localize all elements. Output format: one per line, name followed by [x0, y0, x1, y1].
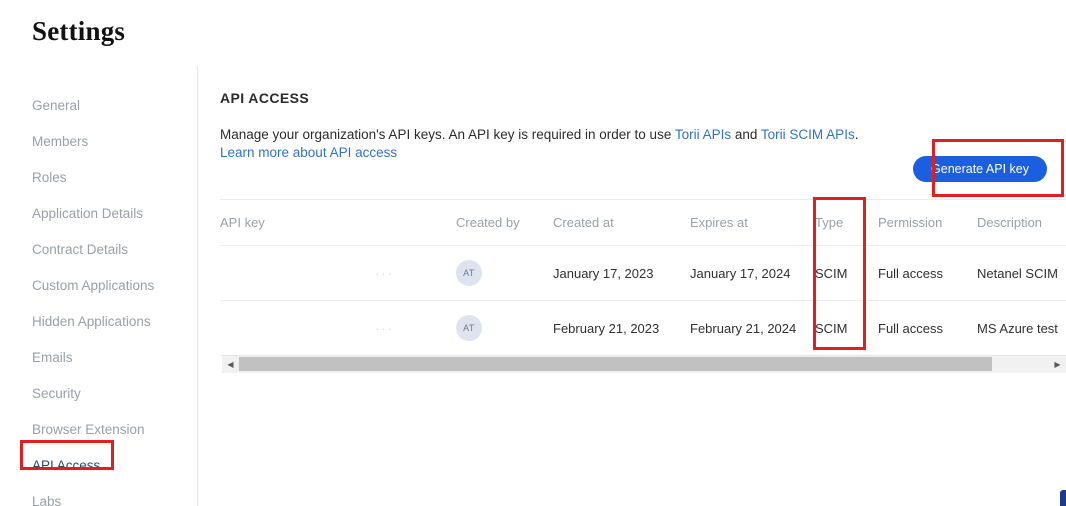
sidebar-item-label: Contract Details	[32, 242, 128, 257]
sidebar-item-emails[interactable]: Emails	[0, 340, 197, 376]
page-title: Settings	[32, 16, 125, 47]
description-text-part1: Manage your organization's API keys. An …	[220, 127, 675, 142]
sidebar-item-browser-extension[interactable]: Browser Extension	[0, 412, 197, 448]
description-text-part3: .	[855, 127, 859, 142]
cell-created-by: AT	[456, 301, 553, 356]
column-header-description[interactable]: Description	[977, 200, 1066, 246]
sidebar-item-label: Labs	[32, 494, 61, 506]
column-header-created-by[interactable]: Created by	[456, 200, 553, 246]
sidebar-item-members[interactable]: Members	[0, 124, 197, 160]
cell-description: Netanel SCIM	[977, 246, 1066, 301]
section-title: API ACCESS	[220, 90, 1066, 106]
column-header-api-key[interactable]: API key	[220, 200, 456, 246]
horizontal-scrollbar[interactable]: ◀ ▶	[222, 355, 1066, 372]
cell-type: SCIM	[815, 246, 878, 301]
table-header-row: API key Created by Created at Expires at…	[220, 200, 1066, 246]
cell-type: SCIM	[815, 301, 878, 356]
cell-expires-at: January 17, 2024	[690, 246, 815, 301]
cell-expires-at: February 21, 2024	[690, 301, 815, 356]
scrollbar-thumb[interactable]	[239, 357, 992, 371]
cell-created-at: January 17, 2023	[553, 246, 690, 301]
column-header-expires-at[interactable]: Expires at	[690, 200, 815, 246]
sidebar-item-security[interactable]: Security	[0, 376, 197, 412]
cell-description: MS Azure test	[977, 301, 1066, 356]
sidebar-item-label: Security	[32, 386, 81, 401]
sidebar-item-label: Emails	[32, 350, 73, 365]
api-keys-table-container: API key Created by Created at Expires at…	[220, 199, 1066, 356]
masked-api-key: ···	[220, 266, 394, 281]
scroll-right-arrow-icon[interactable]: ▶	[1049, 356, 1066, 373]
table-row[interactable]: ··· AT January 17, 2023 January 17, 2024…	[220, 246, 1066, 301]
sidebar-item-label: General	[32, 98, 80, 113]
learn-more-link[interactable]: Learn more about API access	[220, 145, 397, 160]
sidebar-item-general[interactable]: General	[0, 88, 197, 124]
cell-permission: Full access	[878, 301, 977, 356]
scrollbar-track[interactable]	[239, 356, 1049, 373]
support-widget-icon[interactable]	[1060, 490, 1066, 506]
sidebar-item-label: Application Details	[32, 206, 143, 221]
sidebar-item-custom-applications[interactable]: Custom Applications	[0, 268, 197, 304]
sidebar-item-application-details[interactable]: Application Details	[0, 196, 197, 232]
sidebar-item-contract-details[interactable]: Contract Details	[0, 232, 197, 268]
sidebar-item-label: Browser Extension	[32, 422, 145, 437]
sidebar-item-label: Roles	[32, 170, 67, 185]
torii-scim-apis-link[interactable]: Torii SCIM APIs	[761, 127, 855, 142]
sidebar-item-labs[interactable]: Labs	[0, 484, 197, 506]
sidebar-item-label: Hidden Applications	[32, 314, 151, 329]
panel-description: Manage your organization's API keys. An …	[220, 126, 920, 144]
cell-created-by: AT	[456, 246, 553, 301]
sidebar-item-label: API Access	[32, 458, 100, 473]
table-row[interactable]: ··· AT February 21, 2023 February 21, 20…	[220, 301, 1066, 356]
masked-api-key: ···	[220, 321, 394, 336]
sidebar-item-label: Custom Applications	[32, 278, 154, 293]
avatar[interactable]: AT	[456, 260, 482, 286]
generate-api-key-button[interactable]: Generate API key	[913, 156, 1047, 182]
api-keys-table: API key Created by Created at Expires at…	[220, 199, 1066, 356]
sidebar-item-hidden-applications[interactable]: Hidden Applications	[0, 304, 197, 340]
scroll-left-arrow-icon[interactable]: ◀	[222, 356, 239, 373]
column-header-created-at[interactable]: Created at	[553, 200, 690, 246]
sidebar-item-api-access[interactable]: API Access	[0, 448, 197, 484]
sidebar-item-roles[interactable]: Roles	[0, 160, 197, 196]
cell-permission: Full access	[878, 246, 977, 301]
cell-api-key: ···	[220, 246, 456, 301]
settings-sidebar: General Members Roles Application Detail…	[0, 66, 198, 506]
avatar[interactable]: AT	[456, 315, 482, 341]
cell-created-at: February 21, 2023	[553, 301, 690, 356]
sidebar-item-label: Members	[32, 134, 88, 149]
torii-apis-link[interactable]: Torii APIs	[675, 127, 731, 142]
description-text-part2: and	[731, 127, 761, 142]
cell-api-key: ···	[220, 301, 456, 356]
column-header-permission[interactable]: Permission	[878, 200, 977, 246]
api-access-panel: API ACCESS Manage your organization's AP…	[198, 66, 1066, 506]
column-header-type[interactable]: Type	[815, 200, 878, 246]
